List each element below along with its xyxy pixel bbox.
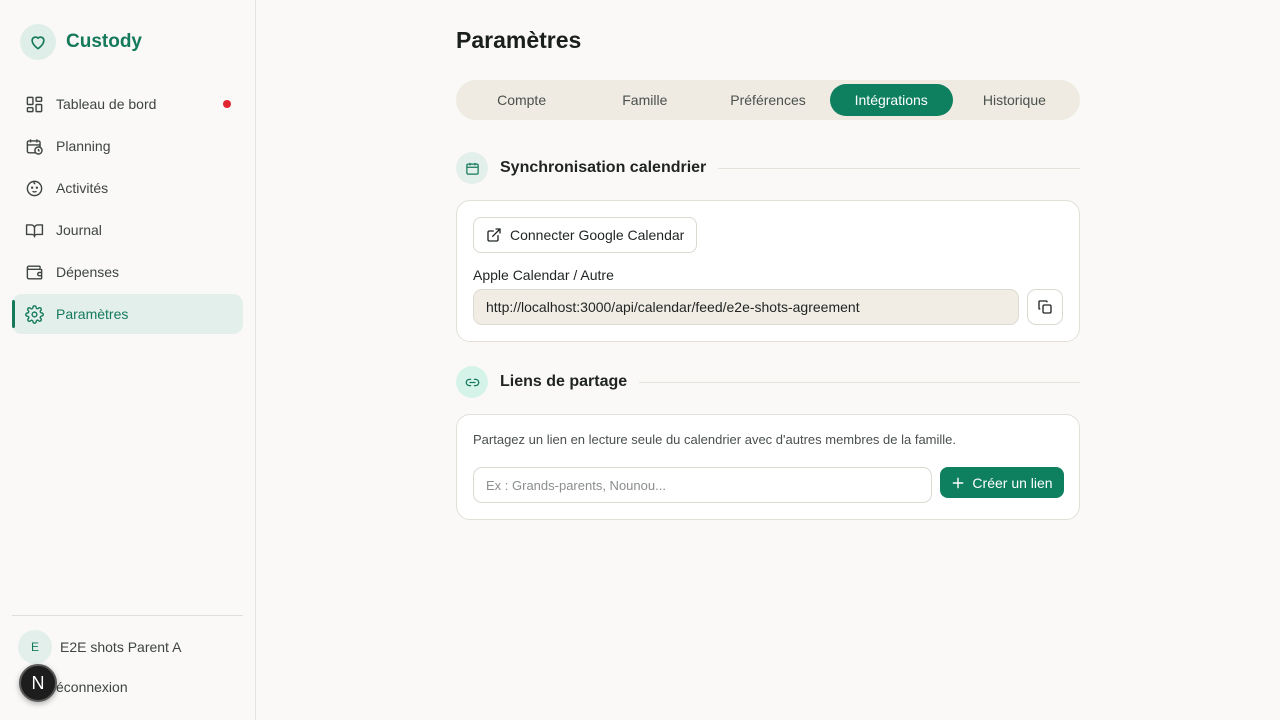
calendar-icon (456, 152, 488, 184)
sidebar-item-label: Activités (56, 180, 109, 196)
calendar-sync-card: Connecter Google Calendar Apple Calendar… (456, 200, 1080, 342)
link-icon (456, 366, 488, 398)
section-title: Synchronisation calendrier (500, 159, 707, 176)
user-name: E2E shots Parent A (60, 639, 182, 655)
sidebar-item-parametres[interactable]: Paramètres (12, 294, 243, 334)
create-link-button[interactable]: Créer un lien (940, 467, 1064, 498)
tab-compte[interactable]: Compte (460, 84, 583, 116)
tab-historique[interactable]: Historique (953, 84, 1076, 116)
sidebar-item-label: Dépenses (56, 264, 120, 280)
share-link-name-input[interactable] (473, 467, 932, 503)
copy-url-button[interactable] (1027, 289, 1063, 325)
brand[interactable]: Custody (20, 24, 142, 60)
section-title: Liens de partage (500, 373, 628, 390)
sidebar-item-depenses[interactable]: Dépenses (12, 252, 243, 292)
calendar-sync-header: Synchronisation calendrier (456, 152, 1080, 184)
baby-face-icon (24, 178, 44, 198)
page-title: Paramètres (456, 27, 582, 53)
tab-integrations[interactable]: Intégrations (829, 84, 953, 116)
sidebar: Custody Tableau de bord Planning Activit… (0, 0, 256, 720)
gear-icon (24, 304, 44, 324)
share-links-description: Partagez un lien en lecture seule du cal… (473, 432, 957, 447)
sidebar-item-label: Planning (56, 138, 111, 154)
sidebar-nav: Tableau de bord Planning Activités Journ… (12, 84, 243, 336)
external-link-icon (486, 227, 502, 243)
button-label: Créer un lien (972, 474, 1053, 491)
heart-icon (20, 24, 56, 60)
dev-tools-badge[interactable]: N (19, 664, 57, 702)
notification-dot (223, 100, 231, 108)
sidebar-item-dashboard[interactable]: Tableau de bord (12, 84, 243, 124)
sidebar-item-journal[interactable]: Journal (12, 210, 243, 250)
user-profile[interactable]: E E2E shots Parent A (18, 630, 181, 664)
section-divider (639, 381, 1080, 383)
brand-name: Custody (66, 31, 142, 52)
connect-google-calendar-button[interactable]: Connecter Google Calendar (473, 217, 698, 253)
sidebar-item-planning[interactable]: Planning (12, 126, 243, 166)
book-open-icon (24, 220, 44, 240)
wallet-icon (24, 262, 44, 282)
tab-preferences[interactable]: Préférences (706, 84, 829, 116)
logout-button[interactable]: éconnexion (56, 679, 128, 695)
section-divider (718, 167, 1080, 169)
calendar-feed-url-field[interactable]: http://localhost:3000/api/calendar/feed/… (473, 289, 1019, 325)
copy-icon (1037, 299, 1053, 315)
calendar-clock-icon (24, 136, 44, 156)
sidebar-item-label: Tableau de bord (56, 96, 157, 112)
sidebar-item-label: Paramètres (56, 306, 129, 322)
share-links-header: Liens de partage (456, 366, 1080, 398)
apple-calendar-label: Apple Calendar / Autre (473, 267, 614, 283)
settings-tabs: Compte Famille Préférences Intégrations … (456, 80, 1080, 120)
share-links-card: Partagez un lien en lecture seule du cal… (456, 414, 1080, 520)
sidebar-divider (12, 615, 243, 616)
sidebar-item-label: Journal (56, 222, 102, 238)
tab-famille[interactable]: Famille (583, 84, 706, 116)
dashboard-icon (24, 94, 44, 114)
plus-icon (951, 476, 965, 490)
button-label: Connecter Google Calendar (510, 227, 685, 243)
avatar: E (18, 630, 52, 664)
sidebar-item-activites[interactable]: Activités (12, 168, 243, 208)
